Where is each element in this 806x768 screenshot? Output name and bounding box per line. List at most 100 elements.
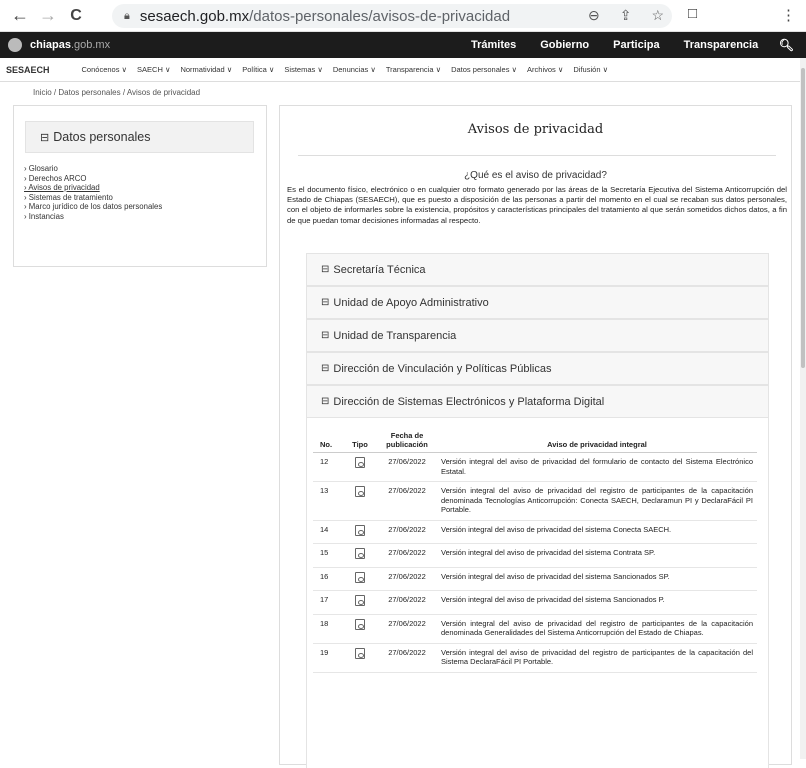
side-link-marco-juridico[interactable]: › Marco jurídico de los datos personales xyxy=(24,202,254,212)
pdf-icon[interactable] xyxy=(355,618,365,630)
side-panel: ⊟ Datos personales › Glosario › Derechos… xyxy=(13,105,267,267)
side-link-instancias[interactable]: › Instancias xyxy=(24,212,254,222)
caret-box-icon: ⊟ xyxy=(321,396,330,407)
table-row: 13 27/06/2022 Versión integral del aviso… xyxy=(313,481,757,521)
col-header-no: No. xyxy=(313,428,343,453)
nav-item-transparencia[interactable]: Transparencia ∨ xyxy=(386,65,441,74)
table-row: 16 27/06/2022 Versión integral del aviso… xyxy=(313,567,757,591)
pdf-icon[interactable] xyxy=(355,571,365,583)
gov-topbar: chiapas .gob.mx Trámites Gobierno Partici… xyxy=(0,32,806,58)
caret-box-icon: ⊟ xyxy=(321,363,330,374)
cell-desc: Versión integral del aviso de privacidad… xyxy=(437,643,757,673)
avisos-table: No. Tipo Fecha de publicación Aviso de p… xyxy=(313,428,757,673)
accordion-label: Unidad de Apoyo Administrativo xyxy=(333,296,489,309)
bookmark-star-icon[interactable]: ☆ xyxy=(651,7,664,24)
nav-item-saech[interactable]: SAECH ∨ xyxy=(137,65,170,74)
zoom-icon[interactable]: ⊖ xyxy=(588,7,600,24)
table-row: 19 27/06/2022 Versión integral del aviso… xyxy=(313,643,757,673)
section-question: ¿Qué es el aviso de privacidad? xyxy=(464,170,607,181)
cell-fecha: 27/06/2022 xyxy=(377,590,437,615)
pdf-icon[interactable] xyxy=(355,486,365,497)
nav-item-sistemas[interactable]: Sistemas ∨ xyxy=(284,65,322,74)
accordion-vinculacion[interactable]: ⊟ Dirección de Vinculación y Políticas Pú… xyxy=(306,352,769,385)
accordion-sistemas-electronicos[interactable]: ⊟ Dirección de Sistemas Electrónicos y Pl… xyxy=(306,385,769,418)
url-path: /datos-personales/avisos-de-privacidad xyxy=(249,7,511,25)
lock-icon[interactable]: 🔒︎ xyxy=(124,10,130,23)
site-logo[interactable]: chiapas .gob.mx xyxy=(8,38,110,52)
logo-text-bold: chiapas xyxy=(30,39,71,51)
share-icon[interactable]: ⇪ xyxy=(620,7,632,24)
caret-box-icon: ⊟ xyxy=(321,330,330,341)
cell-desc: Versión integral del aviso de privacidad… xyxy=(437,452,757,482)
side-menu: › Glosario › Derechos ARCO › Avisos de p… xyxy=(24,164,254,221)
caret-box-icon: ⊟ xyxy=(321,264,330,275)
side-link-derechos-arco[interactable]: › Derechos ARCO xyxy=(24,174,254,184)
col-header-tipo: Tipo xyxy=(343,428,377,453)
intro-paragraph: Es el documento físico, electrónico o en… xyxy=(287,185,787,225)
nav-item-conocenos[interactable]: Conócenos ∨ xyxy=(82,65,128,74)
table-row: 17 27/06/2022 Versión integral del aviso… xyxy=(313,590,757,615)
nav-brand[interactable]: SESAECH xyxy=(6,65,50,75)
cell-no: 17 xyxy=(313,590,343,615)
table-row: 14 27/06/2022 Versión integral del aviso… xyxy=(313,520,757,544)
page-title: Avisos de privacidad xyxy=(467,122,604,137)
scrollbar-thumb[interactable] xyxy=(801,68,805,368)
caret-box-icon: ⊟ xyxy=(321,297,330,308)
cell-no: 14 xyxy=(313,520,343,544)
page-scrollbar[interactable] xyxy=(800,58,806,759)
side-link-sistemas-tratamiento[interactable]: › Sistemas de tratamiento xyxy=(24,193,254,203)
main-panel: Avisos de privacidad ¿Qué es el aviso de… xyxy=(279,105,792,768)
caret-box-icon: ⊟ xyxy=(40,131,50,144)
cell-fecha: 27/06/2022 xyxy=(377,614,437,644)
search-icon[interactable]: 🔍︎ xyxy=(779,38,794,52)
nav-item-normatividad[interactable]: Normatividad ∨ xyxy=(180,65,232,74)
cell-no: 12 xyxy=(313,452,343,482)
top-link-tramites[interactable]: Trámites xyxy=(471,39,516,51)
nav-item-datos-personales[interactable]: Datos personales ∨ xyxy=(451,65,517,74)
cell-no: 18 xyxy=(313,614,343,644)
logo-emblem-icon xyxy=(8,38,22,52)
nav-item-archivos[interactable]: Archivos ∨ xyxy=(527,65,563,74)
top-link-gobierno[interactable]: Gobierno xyxy=(540,39,589,51)
address-bar[interactable]: 🔒︎ sesaech.gob.mx/datos-personales/aviso… xyxy=(112,4,672,28)
browser-toolbar: ← → C 🔒︎ sesaech.gob.mx/datos-personales… xyxy=(0,0,806,32)
top-link-transparencia[interactable]: Transparencia xyxy=(684,39,759,51)
side-panel-header: ⊟ Datos personales xyxy=(25,121,254,153)
cell-fecha: 27/06/2022 xyxy=(377,481,437,521)
side-link-glosario[interactable]: › Glosario xyxy=(24,164,254,174)
cell-fecha: 27/06/2022 xyxy=(377,452,437,482)
title-divider xyxy=(298,155,776,156)
accordion-unidad-apoyo[interactable]: ⊟ Unidad de Apoyo Administrativo xyxy=(306,286,769,319)
breadcrumb[interactable]: Inicio / Datos personales / Avisos de pr… xyxy=(33,88,200,97)
pdf-icon[interactable] xyxy=(355,524,365,536)
accordion-secretaria-tecnica[interactable]: ⊟ Secretaría Técnica xyxy=(306,253,769,286)
side-link-avisos-privacidad[interactable]: › Avisos de privacidad xyxy=(24,183,254,193)
pdf-icon[interactable] xyxy=(355,548,365,559)
cell-desc: Versión integral del aviso de privacidad… xyxy=(437,543,757,568)
back-button[interactable]: ← xyxy=(6,5,34,26)
logo-text-domain: .gob.mx xyxy=(70,39,111,51)
col-header-aviso: Aviso de privacidad integral xyxy=(437,428,757,453)
forward-button[interactable]: → xyxy=(34,5,62,26)
cell-desc: Versión integral del aviso de privacidad… xyxy=(437,520,757,544)
accordion-label: Dirección de Sistemas Electrónicos y Pla… xyxy=(333,395,605,408)
sidepanel-icon[interactable]: □ xyxy=(688,5,697,22)
table-row: 18 27/06/2022 Versión integral del aviso… xyxy=(313,614,757,644)
cell-fecha: 27/06/2022 xyxy=(377,643,437,673)
url-host: sesaech.gob.mx xyxy=(139,7,250,25)
pdf-icon[interactable] xyxy=(355,647,365,659)
nav-item-politica[interactable]: Política ∨ xyxy=(242,65,274,74)
pdf-icon[interactable] xyxy=(355,595,365,606)
nav-item-denuncias[interactable]: Denuncias ∨ xyxy=(333,65,376,74)
cell-desc: Versión integral del aviso de privacidad… xyxy=(437,567,757,591)
top-link-participa[interactable]: Participa xyxy=(613,39,659,51)
cell-fecha: 27/06/2022 xyxy=(377,567,437,591)
reload-button[interactable]: C xyxy=(62,7,90,25)
table-row: 12 27/06/2022 Versión integral del aviso… xyxy=(313,452,757,482)
browser-menu-icon[interactable]: ⋮ xyxy=(781,6,796,24)
pdf-icon[interactable] xyxy=(355,457,365,468)
cell-no: 19 xyxy=(313,643,343,673)
table-row: 15 27/06/2022 Versión integral del aviso… xyxy=(313,543,757,568)
nav-item-difusion[interactable]: Difusión ∨ xyxy=(573,65,608,74)
accordion-unidad-transparencia[interactable]: ⊟ Unidad de Transparencia xyxy=(306,319,769,352)
